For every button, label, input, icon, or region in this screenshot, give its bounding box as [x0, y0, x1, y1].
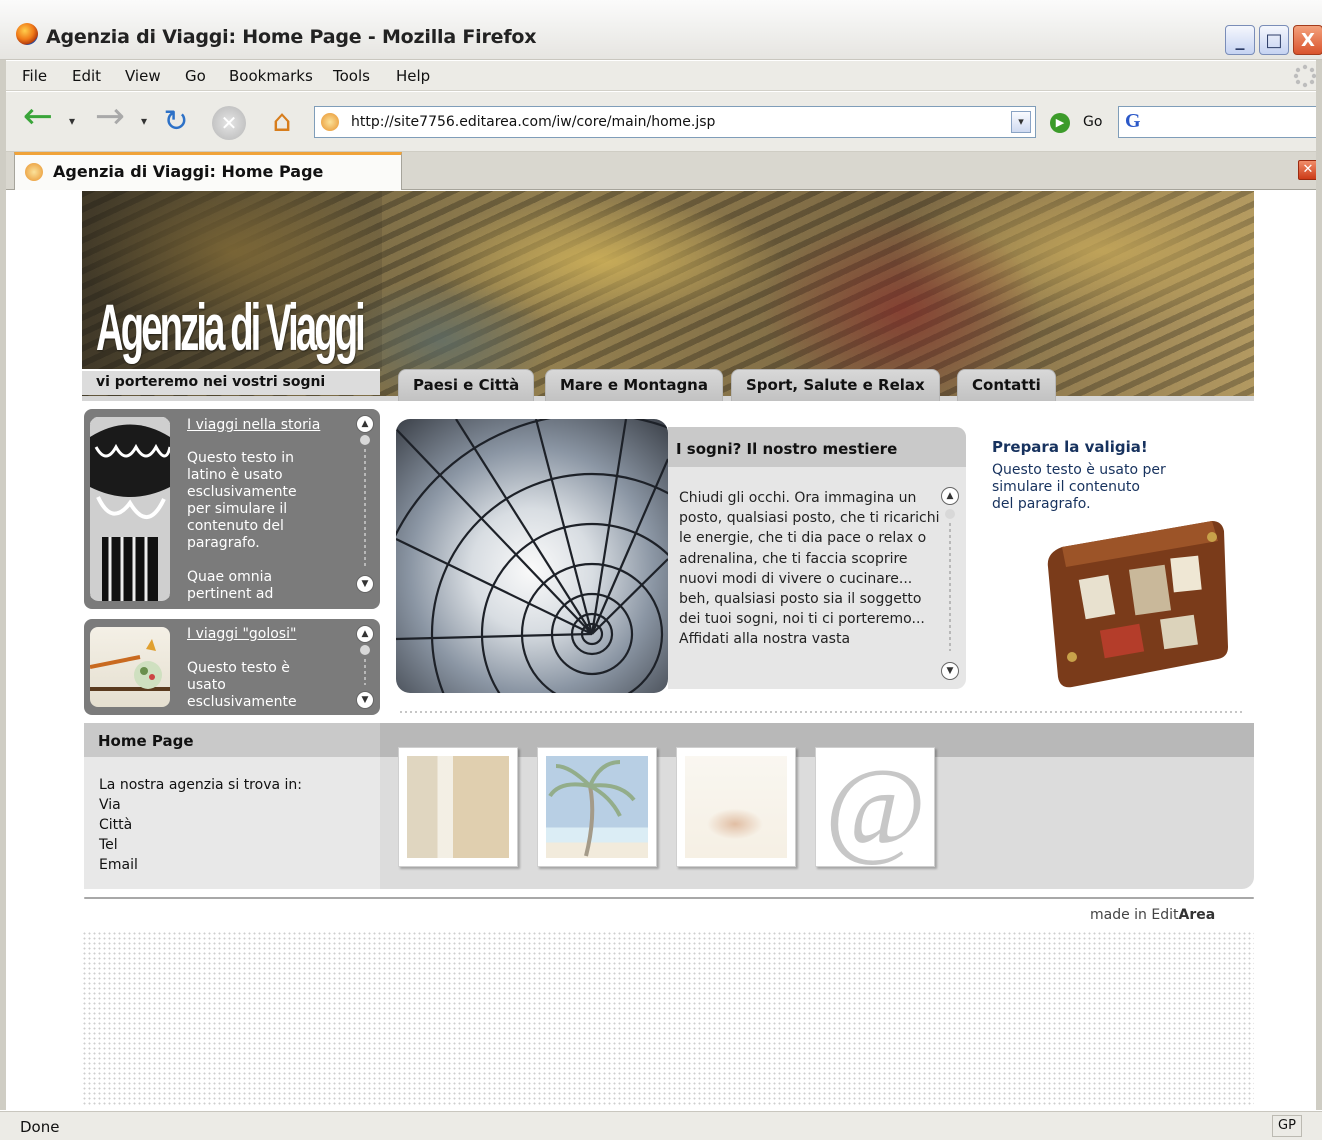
food-thumbnail	[90, 627, 170, 707]
gallery-contact-thumbnail[interactable]: @	[815, 747, 935, 867]
bottom-rule	[84, 897, 1254, 899]
menu-tools[interactable]: Tools	[333, 67, 370, 85]
glass-dome-photo	[396, 419, 668, 693]
google-search-icon: G	[1125, 110, 1141, 132]
dotted-divider	[400, 711, 1244, 713]
url-text: http://site7756.editarea.com/iw/core/mai…	[351, 114, 716, 130]
search-input[interactable]: G	[1118, 106, 1322, 138]
scroll-track[interactable]	[364, 449, 366, 569]
agency-address: La nostra agenzia si trova in: Via Città…	[99, 777, 302, 873]
feature-scroll-track[interactable]	[949, 523, 951, 651]
menu-file[interactable]: File	[22, 67, 47, 85]
scroll-thumb[interactable]	[360, 645, 370, 655]
column-thumb-image	[407, 756, 509, 858]
gallery-relax-thumbnail[interactable]	[676, 747, 796, 867]
nav-mare-e-montagna[interactable]: Mare e Montagna	[545, 369, 723, 401]
made-in-text: made in Edit	[1090, 907, 1179, 923]
close-icon: X	[1301, 29, 1315, 51]
scroll-down-button[interactable]: ▼	[356, 691, 374, 709]
scroll-up-button[interactable]: ▲	[356, 415, 374, 433]
at-sign-icon: @	[824, 746, 926, 868]
gallery-palm-thumbnail[interactable]	[537, 747, 657, 867]
forward-button[interactable]: →	[90, 96, 130, 137]
reload-button[interactable]: ↻	[158, 104, 194, 139]
url-history-dropdown[interactable]: ▾	[1011, 111, 1031, 133]
tab-home-page[interactable]: Agenzia di Viaggi: Home Page	[14, 152, 402, 190]
tab-favicon-icon	[25, 163, 43, 181]
maximize-button[interactable]: □	[1259, 25, 1289, 55]
site-title: Agenzia di Viaggi	[96, 290, 366, 364]
promo-text: Questo testo è usato per simulare il con…	[992, 462, 1166, 512]
home-page-title: Home Page	[98, 732, 194, 750]
status-gp-badge[interactable]: GP	[1272, 1115, 1302, 1137]
menu-go[interactable]: Go	[185, 67, 206, 85]
status-bar: Done GP	[0, 1111, 1322, 1140]
back-history-dropdown[interactable]: ▾	[64, 104, 80, 138]
tab-bar: Agenzia di Viaggi: Home Page	[0, 152, 1322, 190]
close-tab-button[interactable]: ✕	[1298, 160, 1318, 180]
menu-bar: File Edit View Go Bookmarks Tools Help	[0, 61, 1322, 91]
nav-paesi-e-citta[interactable]: Paesi e Città	[398, 369, 535, 401]
gourmet-travel-text: Questo testo è usato esclusivamente	[187, 660, 297, 710]
promo-title: Prepara la valigia!	[992, 438, 1148, 456]
made-in-editarea[interactable]: made in EditArea	[1090, 907, 1215, 923]
scroll-down-button[interactable]: ▼	[356, 575, 374, 593]
close-window-button[interactable]: X	[1293, 25, 1322, 55]
food-drawing	[90, 639, 170, 691]
page-viewport: Agenzia di Viaggi vi porteremo nei vostr…	[6, 191, 1316, 1111]
home-button[interactable]: ⌂	[264, 104, 300, 139]
window-border-right	[1316, 60, 1322, 1110]
menu-bookmarks[interactable]: Bookmarks	[229, 67, 313, 85]
made-in-brand: Area	[1178, 907, 1216, 923]
gourmet-travel-box: I viaggi "golosi" Questo testo è usato e…	[84, 619, 380, 715]
menu-view[interactable]: View	[125, 67, 161, 85]
feature-text: Chiudi gli occhi. Ora immagina un posto,…	[679, 490, 940, 648]
go-button[interactable]: Go	[1083, 114, 1102, 130]
throbber-icon	[1293, 64, 1317, 88]
home-page-section: Home Page La nostra agenzia si trova in:…	[84, 723, 1254, 889]
status-text: Done	[20, 1118, 60, 1136]
address-bar[interactable]: http://site7756.editarea.com/iw/core/mai…	[314, 106, 1036, 138]
menu-help[interactable]: Help	[396, 67, 430, 85]
feature-scroll-thumb[interactable]	[945, 509, 955, 519]
back-button[interactable]: ←	[18, 96, 58, 137]
maximize-icon: □	[1265, 29, 1283, 51]
scroll-track[interactable]	[364, 659, 366, 685]
feature-title: I sogni? Il nostro mestiere	[676, 440, 898, 458]
suitcase-image	[1047, 521, 1228, 688]
site-favicon-icon	[321, 113, 339, 131]
minimize-icon: _	[1235, 29, 1245, 51]
column-capital-thumbnail	[90, 417, 170, 601]
feature-scroll-down-button[interactable]: ▼	[941, 662, 959, 680]
feature-scroll-up-button[interactable]: ▲	[941, 487, 959, 505]
site-tagline: vi porteremo nei vostri sogni	[96, 374, 326, 390]
glass-dome-drawing	[396, 419, 668, 693]
forward-history-dropdown[interactable]: ▾	[136, 104, 152, 138]
firefox-logo-icon	[16, 23, 38, 45]
window-title: Agenzia di Viaggi: Home Page - Mozilla F…	[46, 26, 537, 48]
window-titlebar: Agenzia di Viaggi: Home Page - Mozilla F…	[0, 0, 1322, 60]
history-travel-box: I viaggi nella storia Questo testo in la…	[84, 409, 380, 609]
palm-thumb-image	[546, 756, 648, 858]
minimize-button[interactable]: _	[1225, 25, 1255, 55]
palm-drawing	[548, 760, 636, 857]
gallery-column-thumbnail[interactable]	[398, 747, 518, 867]
nav-contatti[interactable]: Contatti	[957, 369, 1056, 401]
column-drawing	[90, 417, 170, 601]
dotted-background	[82, 931, 1254, 1106]
relax-thumb-image	[685, 756, 787, 858]
gourmet-travel-link[interactable]: I viaggi "golosi"	[187, 626, 296, 642]
scroll-up-button[interactable]: ▲	[356, 625, 374, 643]
go-arrow-icon[interactable]: ▶	[1050, 113, 1070, 133]
scroll-thumb[interactable]	[360, 435, 370, 445]
nav-sport-salute-relax[interactable]: Sport, Salute e Relax	[731, 369, 940, 401]
tab-label: Agenzia di Viaggi: Home Page	[53, 162, 324, 181]
history-travel-link[interactable]: I viaggi nella storia	[187, 417, 320, 433]
stop-button[interactable]: ✕	[212, 106, 246, 140]
history-travel-text: Questo testo in latino è usato esclusiva…	[187, 450, 297, 602]
menu-edit[interactable]: Edit	[72, 67, 101, 85]
